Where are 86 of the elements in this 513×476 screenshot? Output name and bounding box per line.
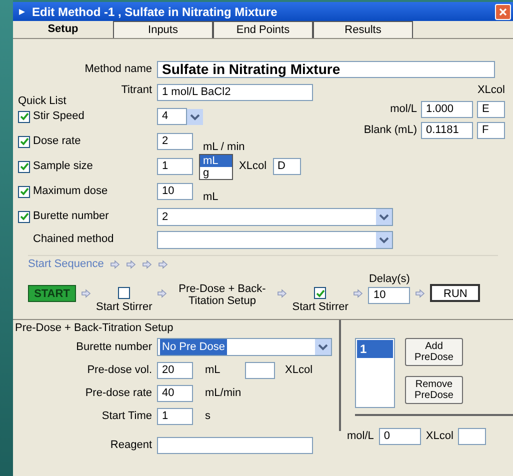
field-label: Chained method — [33, 233, 114, 245]
checkbox-label: Start Stirrer — [96, 301, 152, 314]
unit-label: mL/min — [205, 387, 242, 400]
input-field[interactable]: 1 mol/L BaCl2 — [157, 84, 313, 101]
list-item[interactable]: g — [200, 167, 232, 179]
arrow-icon — [353, 289, 364, 298]
field-label: Pre-dose rate — [85, 387, 152, 400]
checkbox[interactable] — [18, 136, 30, 148]
predose-button[interactable]: Add PreDose — [405, 338, 463, 366]
close-button[interactable] — [495, 4, 511, 20]
group-title: Start Sequence — [28, 258, 104, 271]
dropdown[interactable]: No Pre Dose — [157, 338, 332, 356]
input-field[interactable]: 1 — [157, 408, 193, 425]
column-header: XLcol — [477, 84, 505, 97]
tab[interactable]: Results — [313, 21, 413, 38]
list-item[interactable]: 1 — [357, 340, 393, 358]
method-name-field[interactable]: Sulfate in Nitrating Mixture — [157, 61, 495, 78]
input-field[interactable]: F — [477, 122, 505, 139]
field-label: XLcol — [285, 364, 313, 376]
predose-list[interactable]: 1 — [355, 338, 395, 408]
checkbox[interactable] — [314, 287, 326, 299]
input-field[interactable] — [157, 437, 313, 454]
arrow-icon — [158, 260, 168, 269]
arrow-icon — [110, 260, 120, 269]
arrow-icon — [415, 289, 426, 298]
arrow-icon — [277, 289, 288, 298]
input-field[interactable]: 0.1181 — [421, 122, 473, 139]
field-label: XLcol — [239, 160, 267, 173]
field-label: mol/L — [390, 103, 417, 116]
unit-list[interactable]: mL g — [199, 154, 233, 180]
input-field[interactable]: 40 — [157, 385, 193, 402]
input-field[interactable]: D — [272, 158, 301, 175]
dropdown-field[interactable]: 4 — [157, 108, 187, 125]
run-button[interactable]: RUN — [430, 284, 480, 302]
field-label: Burette number — [76, 340, 152, 354]
checkbox[interactable] — [118, 287, 130, 299]
field-label: Start Time — [102, 410, 152, 423]
checkbox-label: Stir Speed — [33, 110, 84, 123]
arrow-icon — [126, 260, 136, 269]
checkbox-label: Sample size — [33, 160, 93, 173]
input-field[interactable]: E — [477, 101, 505, 118]
checkbox[interactable] — [18, 210, 30, 222]
input-field[interactable]: 10 — [157, 183, 193, 200]
dropdown[interactable]: 2 — [157, 208, 393, 226]
field-label: Delay(s) — [368, 273, 410, 286]
tab[interactable]: Inputs — [113, 21, 213, 38]
unit-label: mL / min — [203, 140, 245, 152]
unit-label: s — [205, 410, 210, 422]
unit-label: mL — [205, 364, 220, 376]
checkbox-label: Start Stirrer — [292, 301, 348, 314]
field-label: Reagent — [110, 439, 152, 452]
step-label: Pre-Dose + Back-Titation Setup — [178, 283, 267, 307]
checkbox[interactable] — [18, 110, 30, 122]
input-field[interactable]: 10 — [368, 287, 410, 304]
checkbox-label: Maximum dose — [33, 185, 108, 198]
field-label: Titrant — [121, 84, 152, 97]
input-field[interactable]: 20 — [157, 362, 193, 379]
arrow-icon — [81, 289, 91, 298]
group-title: Pre-Dose + Back-Titration Setup — [15, 322, 174, 335]
dropdown[interactable] — [157, 231, 393, 249]
checkbox-label: Dose rate — [33, 135, 81, 148]
arrow-icon — [157, 289, 168, 298]
field-label: Pre-dose vol. — [87, 364, 152, 377]
field-label: Method name — [84, 63, 152, 76]
start-button[interactable]: START — [28, 285, 76, 302]
checkbox[interactable] — [18, 186, 30, 198]
list-item[interactable]: mL — [200, 155, 232, 167]
section-label: Quick List — [18, 95, 66, 107]
tab[interactable]: End Points — [213, 21, 313, 38]
window-icon — [18, 8, 26, 16]
input-field[interactable]: 0 — [378, 428, 421, 445]
close-icon — [499, 8, 507, 16]
unit-label: mL — [203, 190, 218, 202]
field-label: mol/L — [347, 430, 374, 443]
predose-button[interactable]: Remove PreDose — [405, 376, 463, 404]
input-field[interactable] — [245, 362, 275, 379]
input-field[interactable]: 1 — [157, 158, 193, 175]
arrow-icon — [142, 260, 152, 269]
window-title: Edit Method -1 , Sulfate in Nitrating Mixture — [32, 4, 278, 20]
input-field[interactable]: 2 — [157, 133, 193, 150]
input-field[interactable] — [458, 428, 486, 445]
input-field[interactable]: 1.000 — [421, 101, 473, 118]
checkbox[interactable] — [18, 160, 30, 172]
field-label: XLcol — [426, 430, 454, 443]
field-label: Blank (mL) — [364, 124, 417, 137]
checkbox-label: Burette number — [33, 210, 109, 223]
